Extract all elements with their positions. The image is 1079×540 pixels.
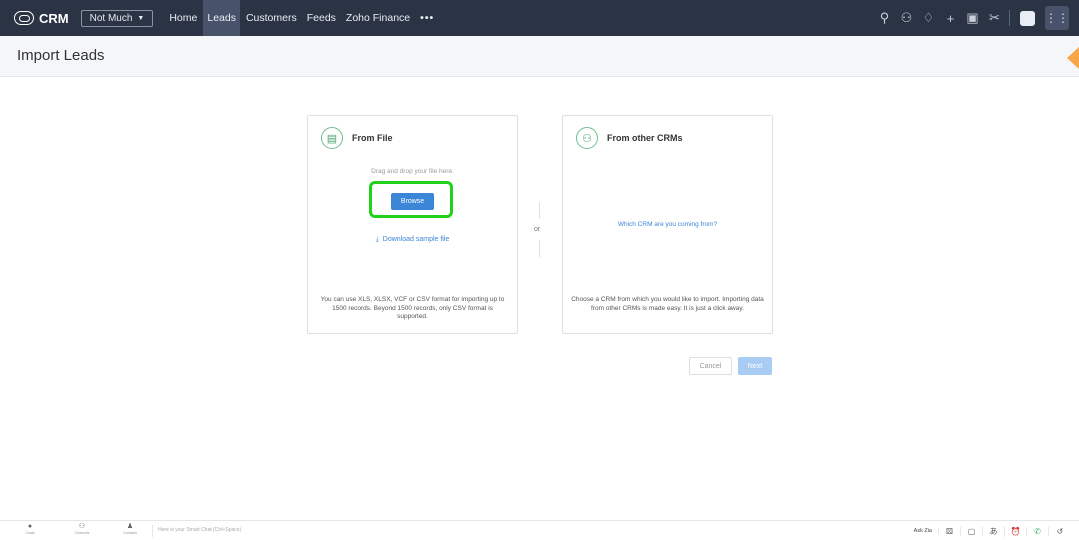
contacts-icon: ♟ — [126, 523, 134, 530]
from-file-header: ▤ From File — [321, 127, 393, 149]
or-separator: or — [534, 226, 541, 233]
download-icon: ⤓ — [375, 236, 379, 243]
contacts-icon[interactable]: ⚇ — [898, 10, 915, 26]
phone-icon[interactable]: ✆ — [1027, 526, 1049, 536]
org-selector[interactable]: Not Much ▼ — [80, 9, 154, 27]
ask-zia-button[interactable]: Ask Zia — [908, 528, 939, 534]
tools-icon[interactable]: ✂ — [986, 10, 1003, 26]
caret-down-icon: ▼ — [137, 14, 145, 22]
alarm-icon[interactable]: ⏰ — [1005, 526, 1027, 536]
brand-name: CRM — [39, 10, 69, 26]
group-icon: ⚇ — [576, 127, 598, 149]
notes-icon[interactable]: ▢ — [961, 526, 983, 536]
file-icon: ▤ — [321, 127, 343, 149]
tab-customers[interactable]: Customers — [242, 0, 301, 36]
next-button[interactable]: Next — [738, 357, 772, 375]
crm-logo-icon — [14, 11, 34, 25]
more-tabs-button[interactable]: ••• — [416, 0, 438, 36]
channels-label: Channels — [74, 531, 90, 535]
contacts-button[interactable]: ♟ Contacts — [118, 523, 142, 535]
chats-button[interactable]: ● Chats — [18, 523, 42, 535]
top-nav: CRM Not Much ▼ Home Leads Customers Feed… — [0, 0, 1079, 36]
from-crm-header: ⚇ From other CRMs — [576, 127, 683, 149]
drag-drop-text: Drag and drop your file here. — [371, 168, 454, 175]
download-sample-label: Download sample file — [382, 236, 450, 243]
crm-logo[interactable]: CRM — [14, 11, 69, 26]
history-icon[interactable]: ↺ — [1049, 527, 1071, 536]
download-sample-link[interactable]: ⤓ Download sample file — [308, 236, 517, 244]
tab-leads[interactable]: Leads — [203, 0, 240, 36]
separator-line-bottom — [539, 240, 540, 257]
avatar[interactable] — [1020, 10, 1035, 26]
calendar-icon[interactable]: ▣ — [964, 10, 981, 26]
separator-line-top — [539, 202, 540, 219]
tab-home[interactable]: Home — [165, 0, 201, 36]
browse-highlight — [369, 181, 453, 218]
translate-icon[interactable]: あ — [983, 525, 1005, 537]
apps-grid-icon[interactable]: ⋮⋮ — [1045, 6, 1069, 30]
from-other-crms-card[interactable]: ⚇ From other CRMs Which CRM are you comi… — [562, 115, 773, 334]
game-icon[interactable]: ⚄ — [939, 526, 961, 536]
bottom-divider — [152, 525, 153, 537]
from-file-card[interactable]: ▤ From File Drag and drop your file here… — [307, 115, 518, 334]
from-crm-title: From other CRMs — [607, 133, 683, 143]
org-name: Not Much — [89, 12, 133, 24]
nav-actions: ⚲ ⚇ ♢ + ▣ ✂ ⋮⋮ — [871, 0, 1069, 36]
smart-chat-input[interactable]: Here is your Smart Chat (Ctrl+Space) — [158, 527, 241, 533]
bottom-right-tools: Ask Zia ⚄ ▢ あ ⏰ ✆ ↺ — [908, 523, 1071, 539]
cancel-button[interactable]: Cancel — [689, 357, 732, 375]
page-title: Import Leads — [17, 47, 105, 64]
from-file-info: You can use XLS, XLSX, VCF or CSV format… — [320, 296, 505, 320]
which-crm-link[interactable]: Which CRM are you coming from? — [563, 221, 772, 228]
chats-icon: ● — [27, 523, 33, 530]
tab-zoho-finance[interactable]: Zoho Finance — [342, 0, 414, 36]
search-icon[interactable]: ⚲ — [876, 10, 893, 26]
from-file-title: From File — [352, 133, 393, 143]
plus-icon[interactable]: + — [942, 11, 959, 26]
page-header: Import Leads — [0, 36, 1079, 77]
chats-label: Chats — [25, 531, 35, 535]
bottom-bar: ● Chats ⚇ Channels ♟ Contacts Here is yo… — [0, 520, 1079, 540]
module-tabs: Home Leads Customers Feeds Zoho Finance … — [165, 0, 440, 36]
from-crm-info: Choose a CRM from which you would like t… — [571, 296, 764, 312]
channels-button[interactable]: ⚇ Channels — [70, 523, 94, 535]
tab-feeds[interactable]: Feeds — [303, 0, 340, 36]
nav-divider — [1009, 10, 1010, 26]
bell-icon[interactable]: ♢ — [920, 10, 937, 26]
contacts-label: Contacts — [123, 531, 137, 535]
channels-icon: ⚇ — [78, 523, 86, 530]
